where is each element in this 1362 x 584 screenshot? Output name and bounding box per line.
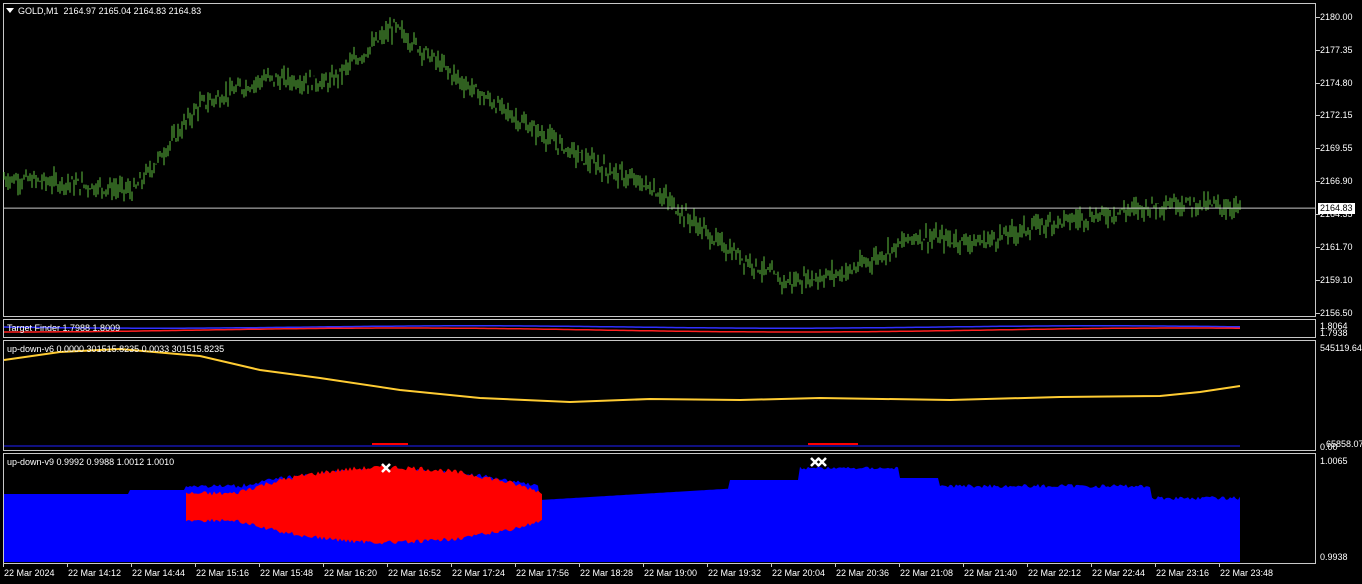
time-tick: 22 Mar 18:28 bbox=[580, 568, 634, 578]
price-candles bbox=[3, 17, 1241, 295]
symbol-title[interactable]: GOLD,M1 2164.97 2165.04 2164.83 2164.83 bbox=[6, 6, 201, 16]
time-tick-mark bbox=[707, 564, 708, 567]
target-finder-label: Target Finder 1.7988 1.8009 bbox=[7, 323, 121, 333]
current-price-label: 2164.83 bbox=[1318, 203, 1355, 214]
dropdown-triangle-icon[interactable] bbox=[6, 8, 14, 13]
time-tick-mark bbox=[195, 564, 196, 567]
ohlc-values: 2164.97 2165.04 2164.83 2164.83 bbox=[63, 6, 202, 16]
price-tick: 2156.50 bbox=[1320, 308, 1353, 318]
price-tick: 2172.15 bbox=[1320, 110, 1353, 120]
updown-v6-label: up-down-v6 0.0000 301515.8235 0.0033 301… bbox=[7, 344, 225, 354]
updown-v9-tick-high: 1.0065 bbox=[1320, 456, 1348, 466]
time-tick-mark bbox=[515, 564, 516, 567]
chart-plots bbox=[3, 17, 1316, 562]
time-tick-mark bbox=[899, 564, 900, 567]
price-tick-mark bbox=[1316, 214, 1320, 215]
time-tick: 22 Mar 22:44 bbox=[1092, 568, 1146, 578]
time-tick-mark bbox=[835, 564, 836, 567]
time-tick-mark bbox=[963, 564, 964, 567]
time-tick-mark bbox=[131, 564, 132, 567]
time-tick: 22 Mar 17:24 bbox=[452, 568, 506, 578]
updown-v6-tick-high: 545119.64 bbox=[1320, 343, 1362, 353]
time-tick: 22 Mar 21:40 bbox=[964, 568, 1018, 578]
time-tick: 22 Mar 16:52 bbox=[388, 568, 442, 578]
price-tick-mark bbox=[1316, 148, 1320, 149]
time-tick: 22 Mar 17:56 bbox=[516, 568, 570, 578]
price-tick: 2159.10 bbox=[1320, 275, 1353, 285]
price-tick: 2161.70 bbox=[1320, 242, 1353, 252]
price-tick: 2174.80 bbox=[1320, 78, 1353, 88]
time-tick: 22 Mar 22:12 bbox=[1028, 568, 1082, 578]
price-tick: 2166.90 bbox=[1320, 176, 1353, 186]
price-tick: 2169.55 bbox=[1320, 143, 1353, 153]
updown-v9-label: up-down-v9 0.9992 0.9988 1.0012 1.0010 bbox=[7, 457, 175, 467]
time-tick: 22 Mar 2024 bbox=[4, 568, 55, 578]
time-tick: 22 Mar 19:32 bbox=[708, 568, 762, 578]
price-tick-mark bbox=[1316, 17, 1320, 18]
price-tick-mark bbox=[1316, 280, 1320, 281]
time-tick: 22 Mar 23:48 bbox=[1220, 568, 1274, 578]
time-tick: 22 Mar 20:04 bbox=[772, 568, 826, 578]
time-tick: 22 Mar 16:20 bbox=[324, 568, 378, 578]
time-tick-mark bbox=[67, 564, 68, 567]
time-tick-mark bbox=[1091, 564, 1092, 567]
symbol-name: GOLD,M1 bbox=[18, 6, 59, 16]
price-tick-mark bbox=[1316, 115, 1320, 116]
price-tick: 2177.35 bbox=[1320, 45, 1353, 55]
time-tick-mark bbox=[3, 564, 4, 567]
time-tick: 22 Mar 14:44 bbox=[132, 568, 186, 578]
updown-v6-tick-zero: 0.00 bbox=[1320, 442, 1338, 452]
time-tick: 22 Mar 20:36 bbox=[836, 568, 890, 578]
time-tick: 22 Mar 15:48 bbox=[260, 568, 314, 578]
time-tick-mark bbox=[323, 564, 324, 567]
time-tick-mark bbox=[771, 564, 772, 567]
time-tick: 22 Mar 15:16 bbox=[196, 568, 250, 578]
price-tick-mark bbox=[1316, 247, 1320, 248]
price-tick-mark bbox=[1316, 83, 1320, 84]
time-tick: 22 Mar 23:16 bbox=[1156, 568, 1210, 578]
price-tick-mark bbox=[1316, 50, 1320, 51]
time-tick-mark bbox=[259, 564, 260, 567]
price-tick: 2180.00 bbox=[1320, 12, 1353, 22]
signal-cross-icon bbox=[817, 457, 827, 467]
updown-v6-red-mark bbox=[372, 443, 408, 445]
target-finder-line-blue bbox=[3, 325, 1240, 329]
price-tick-mark bbox=[1316, 313, 1320, 314]
time-tick-mark bbox=[1219, 564, 1220, 567]
updown-v9-tick-low: 0.9938 bbox=[1320, 552, 1348, 562]
time-tick-mark bbox=[387, 564, 388, 567]
time-tick: 22 Mar 19:00 bbox=[644, 568, 698, 578]
time-tick-mark bbox=[643, 564, 644, 567]
updown-v6-red-mark bbox=[808, 443, 858, 445]
updown-v6-line bbox=[3, 347, 1241, 404]
time-tick: 22 Mar 14:12 bbox=[68, 568, 122, 578]
time-tick-mark bbox=[1155, 564, 1156, 567]
time-tick: 22 Mar 21:08 bbox=[900, 568, 954, 578]
time-tick-mark bbox=[579, 564, 580, 567]
price-tick-mark bbox=[1316, 181, 1320, 182]
time-tick-mark bbox=[1027, 564, 1028, 567]
time-tick-mark bbox=[451, 564, 452, 567]
target-finder-tick-low: 1.7938 bbox=[1320, 328, 1348, 338]
